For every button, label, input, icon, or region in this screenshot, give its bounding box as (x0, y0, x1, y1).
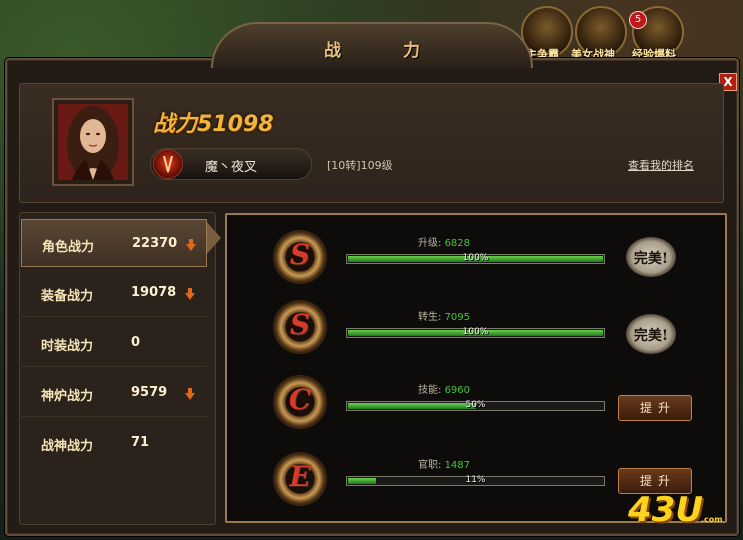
grade-letter: S (289, 238, 311, 271)
category-furnace-power[interactable]: 神炉战力 9579 (21, 369, 207, 417)
progress-bar: 11% (346, 475, 605, 486)
perfect-label: 完美! (633, 251, 669, 267)
category-fashion-power[interactable]: 时装战力 0 (21, 319, 207, 367)
upgrade-skill-button[interactable]: 提升 (618, 395, 692, 421)
category-label: 神炉战力 (41, 389, 94, 404)
progress-text: 100% (462, 253, 489, 263)
progress-bar: 100% (346, 253, 605, 264)
category-label: 战神战力 (41, 439, 94, 454)
class-emblem-icon (153, 149, 183, 179)
category-value: 71 (131, 435, 150, 450)
progress-bar: 50% (346, 400, 605, 411)
arrow-down-icon (185, 388, 195, 400)
player-name: 魔丶夜叉 (205, 160, 258, 175)
category-value: 22370 (132, 236, 178, 251)
site-logo-suffix: .com (701, 515, 723, 524)
progress-text: 11% (465, 475, 486, 485)
stat-label: 技能: 6960 (418, 385, 471, 396)
progress-bar: 100% (346, 327, 605, 338)
player-level: [10转]109级 (327, 159, 393, 172)
category-role-power[interactable]: 角色战力 22370 (21, 219, 207, 267)
category-war-god-power[interactable]: 战神战力 71 (21, 419, 207, 467)
arrow-down-icon (186, 239, 196, 251)
avatar (58, 104, 128, 180)
category-equipment-power[interactable]: 装备战力 19078 (21, 269, 207, 317)
progress-text: 50% (465, 400, 486, 410)
progress-text: 100% (462, 327, 489, 337)
category-value: 19078 (131, 285, 177, 300)
stat-label: 转生: 7095 (418, 312, 471, 323)
arrow-down-icon (185, 288, 195, 300)
grade-letter: C (288, 383, 312, 416)
category-label: 装备战力 (41, 289, 94, 304)
grade-letter: S (289, 308, 311, 341)
notification-badge: 5 (629, 11, 647, 29)
stat-label: 官职: 1487 (418, 460, 471, 471)
total-power: 战力51098 (153, 112, 274, 137)
grade-letter: E (289, 460, 311, 493)
category-value: 0 (131, 335, 141, 350)
category-label: 时装战力 (41, 339, 94, 354)
view-rank-link[interactable]: 查看我的排名 (628, 157, 694, 173)
category-label: 角色战力 (42, 240, 95, 255)
window-title: 战 力 (324, 41, 448, 61)
perfect-label: 完美! (633, 328, 669, 344)
site-logo: 43U (628, 490, 703, 530)
selection-pointer (205, 220, 221, 256)
category-value: 9579 (131, 385, 168, 400)
stat-label: 升级: 6828 (418, 238, 471, 249)
perfect-stamp-icon: 完美! (626, 314, 676, 354)
perfect-stamp-icon: 完美! (626, 237, 676, 277)
title-banner: 战 力 (211, 22, 533, 68)
